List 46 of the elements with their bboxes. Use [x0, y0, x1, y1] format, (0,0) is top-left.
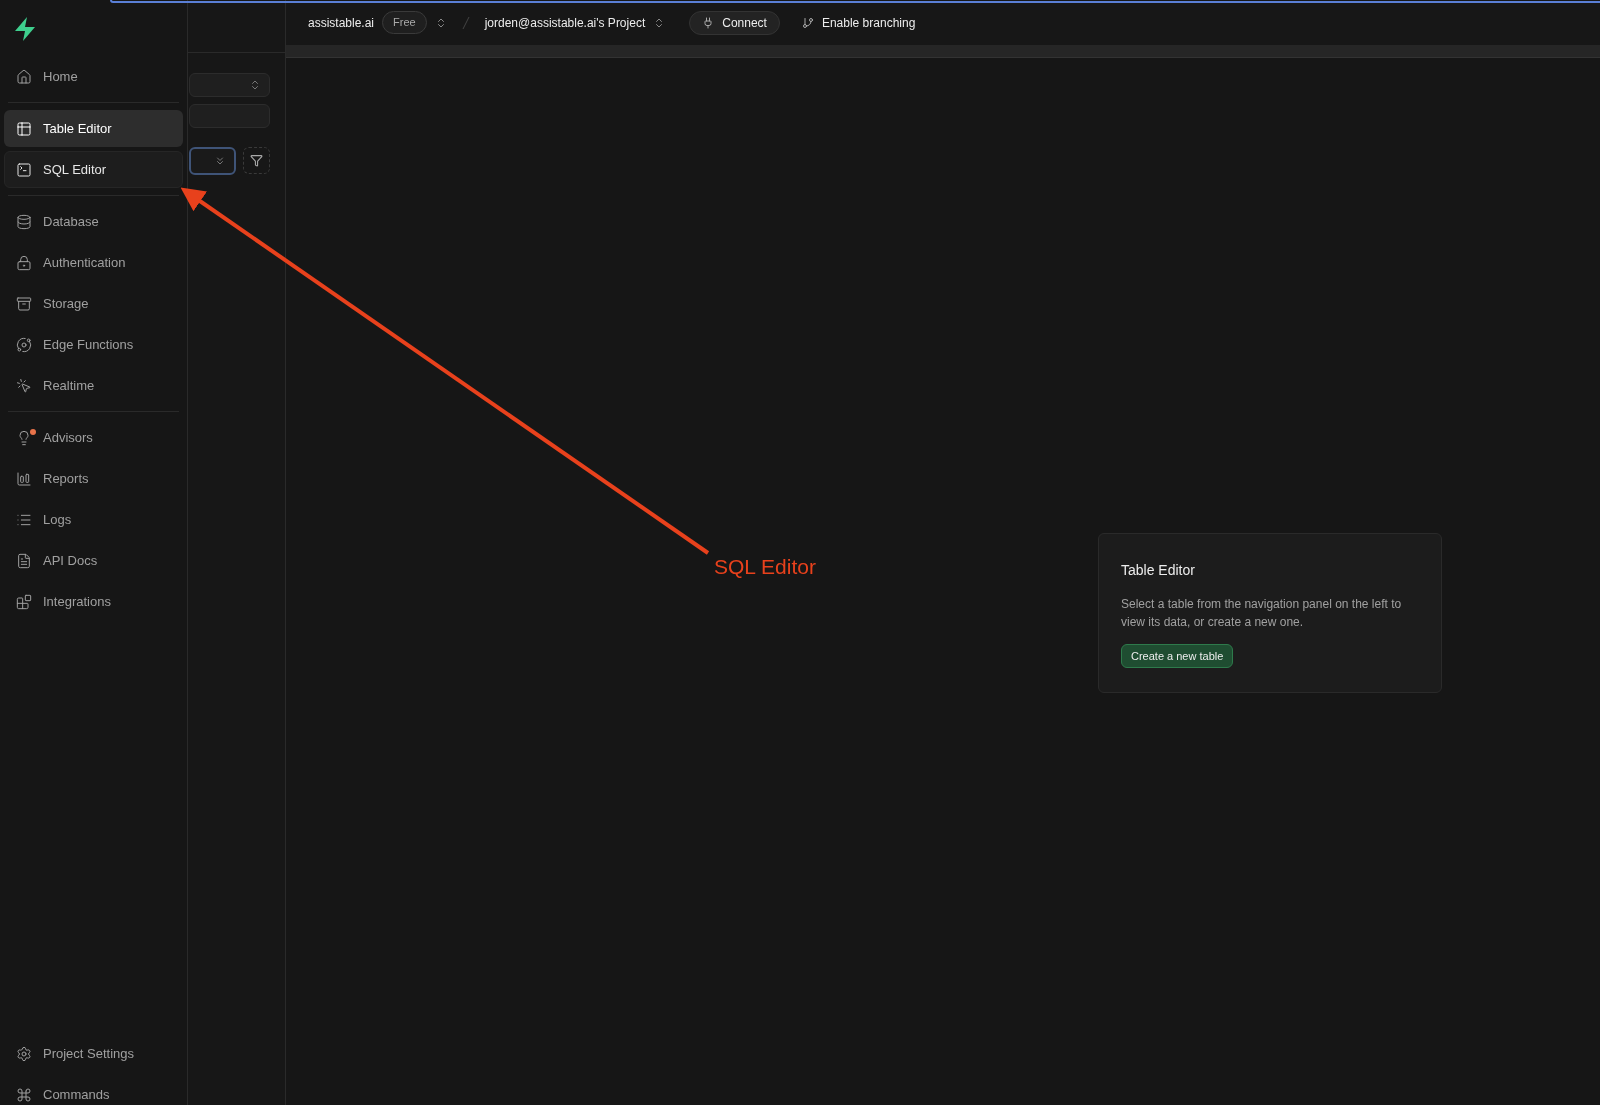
chevrons-icon	[249, 79, 261, 91]
project-name[interactable]: jorden@assistable.ai's Project	[484, 13, 646, 32]
card-description: Select a table from the navigation panel on the left to view its data, or create a new one.	[1121, 596, 1403, 631]
org-name[interactable]: assistable.ai	[308, 13, 375, 32]
sidebar-item[interactable]: Database	[4, 203, 183, 240]
connect-button[interactable]: Connect	[689, 10, 780, 35]
nav-icon	[16, 254, 32, 271]
sidebar-item[interactable]: Reports	[4, 460, 183, 497]
filter-icon	[250, 154, 263, 167]
nav-icon	[16, 470, 32, 487]
nav-icon	[16, 552, 32, 569]
nav-icon	[16, 161, 32, 178]
nav-icon	[16, 593, 32, 610]
create-table-button[interactable]: Create a new table	[1121, 644, 1234, 668]
nav-icon	[16, 120, 32, 137]
card-title: Table Editor	[1121, 561, 1196, 580]
nav-icon	[16, 295, 32, 312]
branching-button[interactable]: Enable branching	[801, 13, 916, 32]
sidebar-item[interactable]: Logs	[4, 501, 183, 538]
nav-icon	[16, 336, 32, 353]
sidebar-item[interactable]: API Docs	[4, 542, 183, 579]
sidebar-item[interactable]: Advisors	[4, 419, 183, 456]
nav-icon	[16, 213, 32, 230]
sidebar-item[interactable]: Integrations	[4, 583, 183, 620]
nav-icon	[16, 68, 32, 85]
sidebar-item[interactable]: Edge Functions	[4, 326, 183, 363]
sidebar-item[interactable]: Commands	[4, 1076, 183, 1105]
sidebar-item[interactable]: SQL Editor	[4, 151, 183, 188]
sidebar-item[interactable]: Storage	[4, 285, 183, 322]
chevrons-down-icon	[214, 155, 226, 167]
sidebar-item[interactable]: Realtime	[4, 367, 183, 404]
slash-icon	[460, 15, 471, 30]
nav-icon	[16, 377, 32, 394]
branch-icon	[801, 16, 814, 29]
annotation-label: SQL Editor	[714, 554, 816, 580]
nav-icon	[16, 1045, 32, 1062]
bolt-logo-icon	[13, 16, 37, 42]
plug-icon	[702, 16, 715, 29]
plan-badge: Free	[382, 11, 427, 34]
sidebar-item[interactable]: Home	[4, 58, 183, 95]
sidebar-item[interactable]: Table Editor	[4, 110, 183, 147]
nav-icon	[16, 1086, 32, 1103]
sidebar-item[interactable]: Project Settings	[4, 1035, 183, 1072]
sidebar-item[interactable]: Authentication	[4, 244, 183, 281]
nav-icon	[16, 429, 32, 446]
filter-button[interactable]	[243, 147, 270, 174]
